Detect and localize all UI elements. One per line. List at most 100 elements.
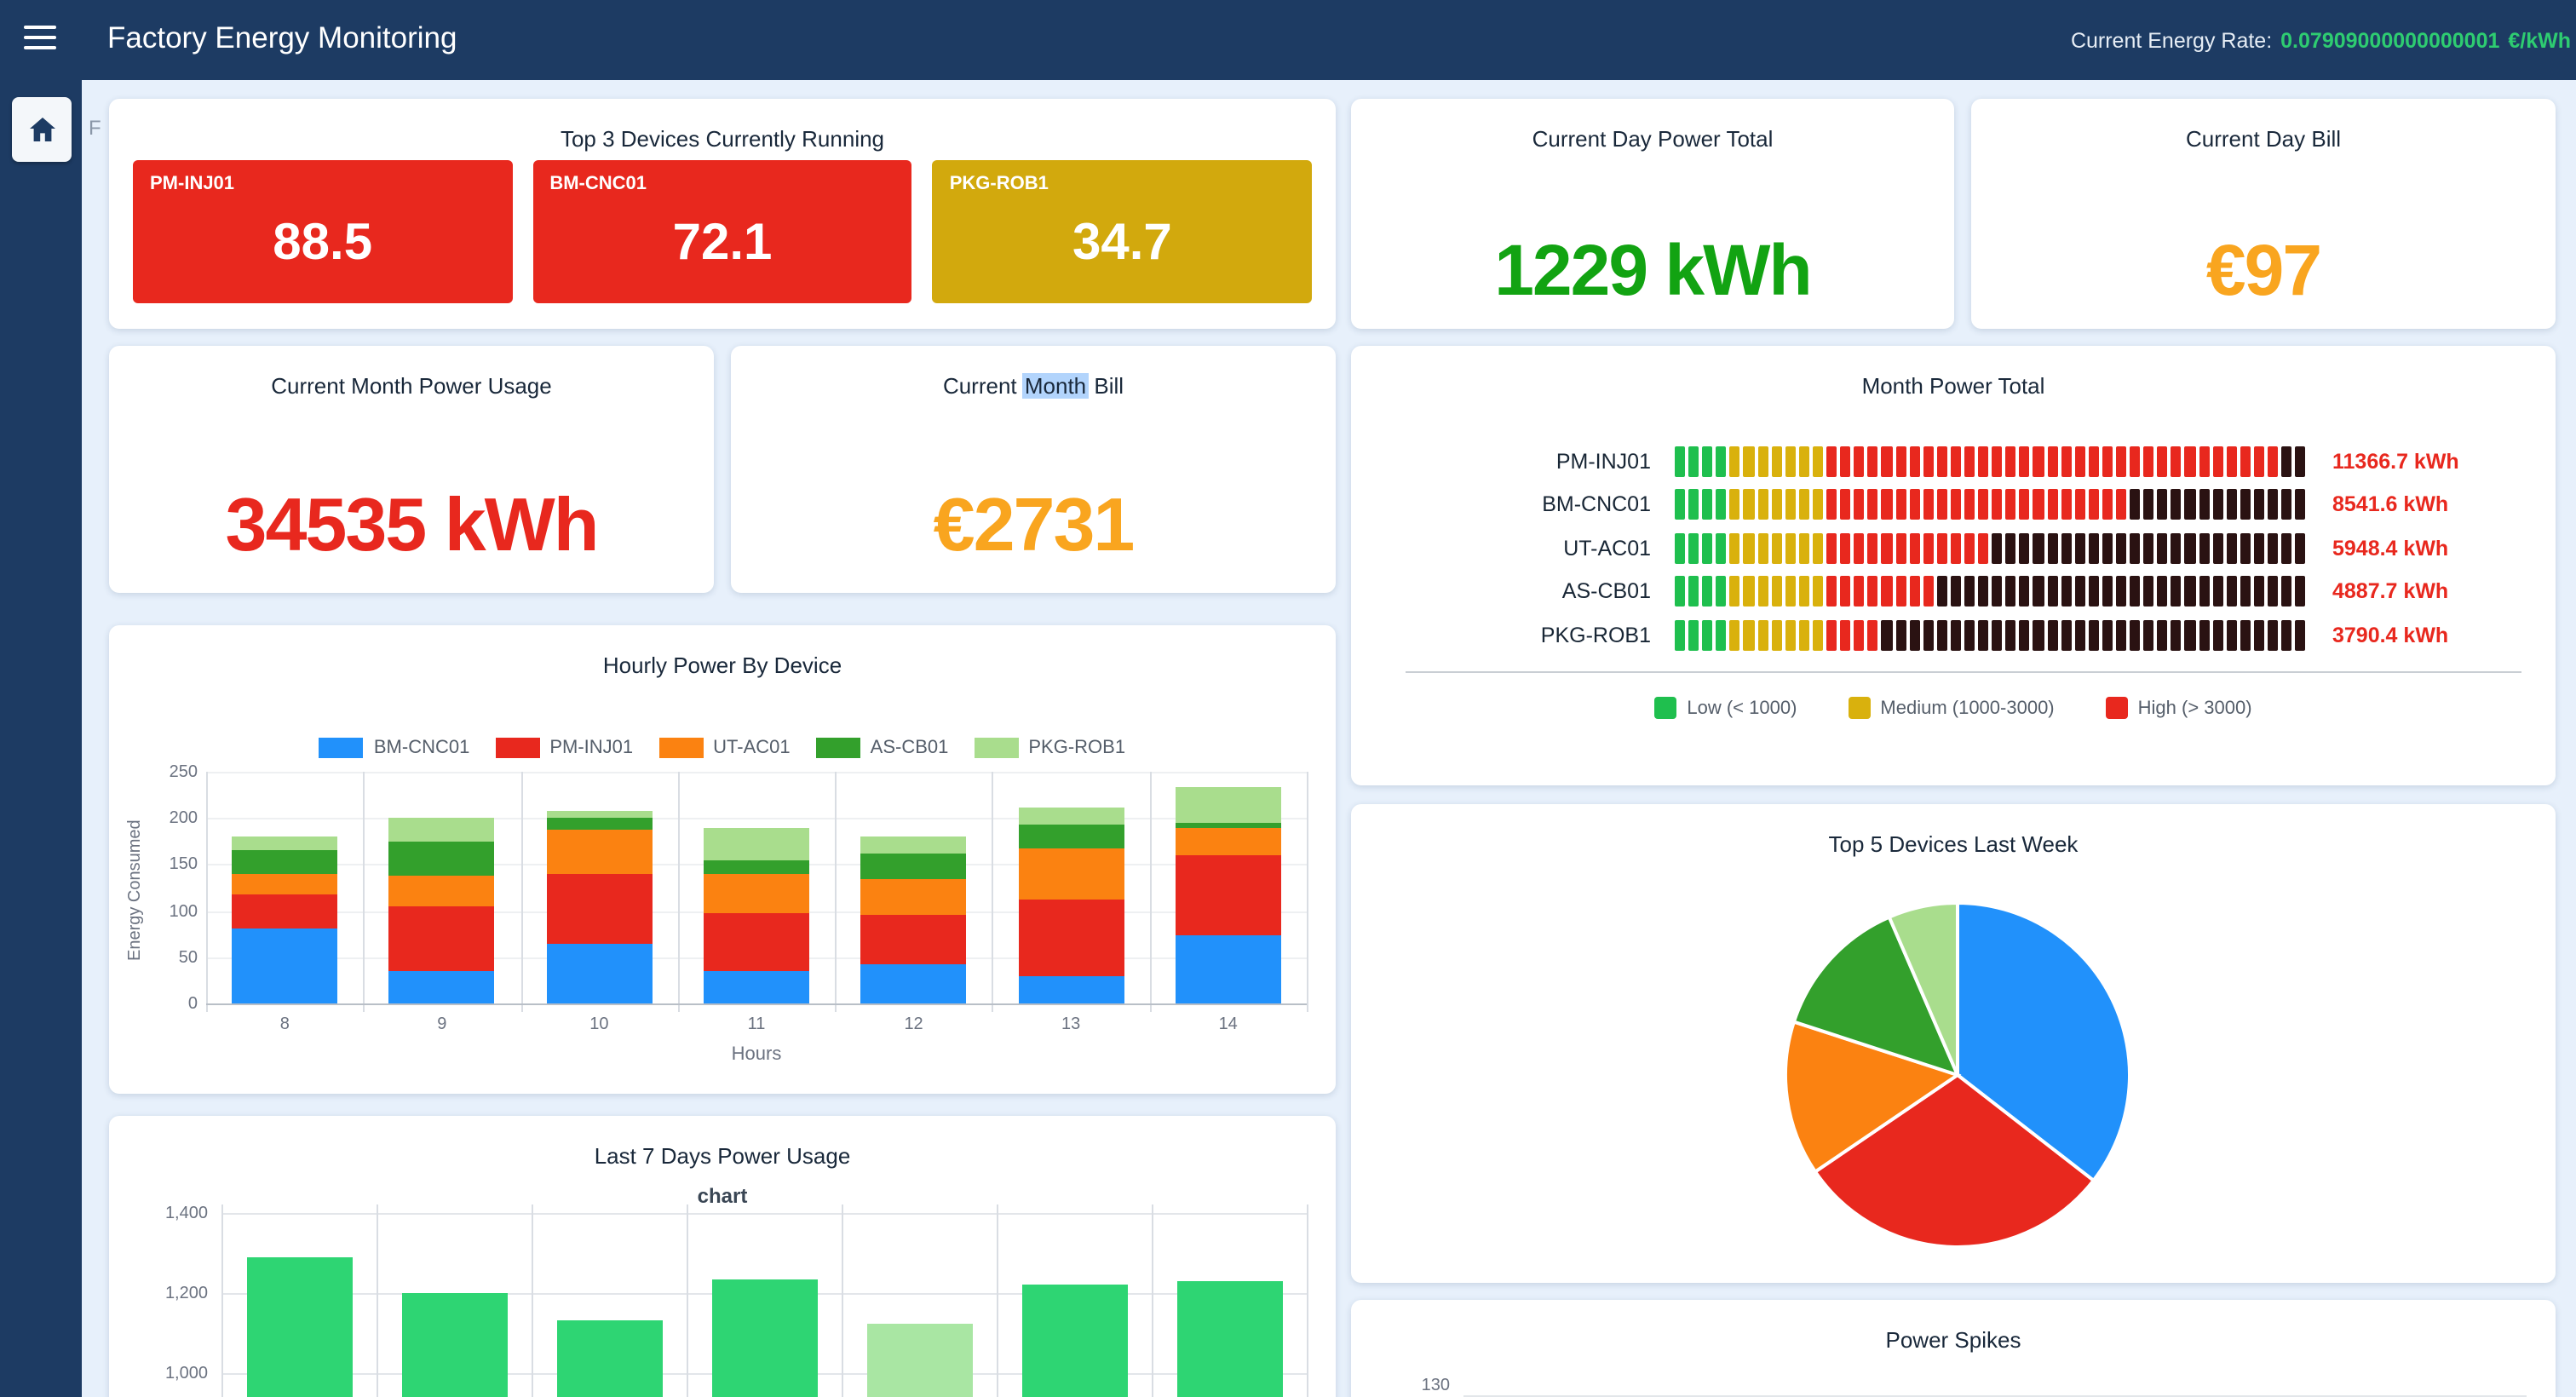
legend-item: High (> 3000) bbox=[2106, 697, 2252, 719]
gauge-led-segment bbox=[1951, 446, 1961, 477]
gauge-led-segment bbox=[1785, 533, 1796, 564]
gauge-led-segment bbox=[1771, 446, 1781, 477]
gauge-led-segment bbox=[2102, 446, 2113, 477]
gauge-led-segment bbox=[1688, 577, 1699, 607]
gauge-led-segment bbox=[1992, 446, 2002, 477]
gauge-led-segment bbox=[2020, 446, 2030, 477]
gauge-led-bar bbox=[1675, 577, 2305, 607]
gauge-led-segment bbox=[2268, 577, 2278, 607]
gridline bbox=[364, 772, 365, 1012]
gauge-led-segment bbox=[2089, 533, 2099, 564]
gauge-led-segment bbox=[1882, 620, 1892, 651]
gridline bbox=[377, 1204, 378, 1397]
y-tick-label: 1,400 bbox=[123, 1204, 208, 1223]
bar bbox=[1021, 1285, 1127, 1397]
x-tick-label: 8 bbox=[206, 1015, 364, 1034]
legend-swatch bbox=[974, 738, 1018, 758]
menu-icon[interactable] bbox=[24, 26, 56, 53]
gauge-led-segment bbox=[2061, 533, 2071, 564]
gauge-led-segment bbox=[2281, 577, 2291, 607]
bar bbox=[711, 1279, 817, 1397]
gauge-led-segment bbox=[2158, 446, 2168, 477]
gauge-led-segment bbox=[2047, 446, 2057, 477]
gauge-led-segment bbox=[1730, 533, 1740, 564]
gauge-led-segment bbox=[1992, 620, 2002, 651]
bar bbox=[1176, 1281, 1282, 1397]
gauge-led-segment bbox=[1826, 533, 1837, 564]
stacked-bar-segment bbox=[1176, 855, 1281, 935]
home-icon bbox=[25, 112, 59, 147]
gauge-led-segment bbox=[2185, 533, 2195, 564]
gauge-led-segment bbox=[1978, 446, 1988, 477]
gauge-led-segment bbox=[1675, 446, 1685, 477]
gauge-led-segment bbox=[2281, 490, 2291, 520]
factory-energy-dashboard: Factory Energy Monitoring Current Energy… bbox=[0, 0, 2576, 1397]
gauge-value-label: 5948.4 kWh bbox=[2332, 537, 2448, 561]
home-button[interactable] bbox=[12, 97, 72, 162]
gauge-led-segment bbox=[2268, 620, 2278, 651]
card-title: Power Spikes bbox=[1351, 1300, 2556, 1353]
gauge-led-segment bbox=[2143, 490, 2153, 520]
gauge-led-segment bbox=[2130, 620, 2140, 651]
gauge-led-segment bbox=[2185, 577, 2195, 607]
gauge-led-segment bbox=[1688, 533, 1699, 564]
gauge-led-segment bbox=[1882, 533, 1892, 564]
gauge-led-segment bbox=[2171, 490, 2182, 520]
gauge-led-segment bbox=[1854, 620, 1864, 651]
gauge-led-segment bbox=[2227, 490, 2237, 520]
x-tick-label: 9 bbox=[364, 1015, 521, 1034]
legend-swatch bbox=[816, 738, 860, 758]
bar bbox=[866, 1323, 972, 1397]
stacked-bar-segment bbox=[704, 875, 809, 914]
stacked-bar-segment bbox=[861, 854, 967, 878]
gauge-led-segment bbox=[1675, 577, 1685, 607]
gauge-led-segment bbox=[2185, 490, 2195, 520]
stacked-bar-segment bbox=[861, 878, 967, 916]
month-power-total-card: Month Power Total PM-INJ0111366.7 kWhBM-… bbox=[1351, 346, 2556, 785]
gauge-led-segment bbox=[1923, 577, 1933, 607]
gauge-led-segment bbox=[1868, 577, 1878, 607]
app-title: Factory Energy Monitoring bbox=[107, 20, 457, 56]
gauge-led-segment bbox=[1937, 490, 1947, 520]
gridline bbox=[1307, 1204, 1308, 1397]
gauge-led-segment bbox=[1895, 490, 1906, 520]
gauge-led-segment bbox=[1826, 490, 1837, 520]
gauge-led-segment bbox=[1688, 446, 1699, 477]
gauge-value-label: 8541.6 kWh bbox=[2332, 493, 2448, 517]
gauge-led-segment bbox=[2089, 490, 2099, 520]
gauge-led-segment bbox=[1757, 533, 1768, 564]
gauge-led-segment bbox=[2199, 577, 2209, 607]
gauge-led-segment bbox=[1909, 533, 1919, 564]
stacked-bar-segment bbox=[704, 971, 809, 1003]
stacked-bar-segment bbox=[546, 812, 652, 819]
gauge-led-segment bbox=[2158, 533, 2168, 564]
gauge-led-segment bbox=[1730, 446, 1740, 477]
legend-label: High (> 3000) bbox=[2138, 698, 2252, 718]
gauge-led-segment bbox=[2102, 577, 2113, 607]
gauge-led-segment bbox=[1771, 620, 1781, 651]
gridline bbox=[532, 1204, 533, 1397]
x-axis-line bbox=[206, 1003, 1307, 1005]
gauge-led-segment bbox=[1730, 577, 1740, 607]
card-title: Hourly Power By Device bbox=[109, 625, 1336, 678]
gauge-led-segment bbox=[1882, 490, 1892, 520]
top-devices-card: Top 3 Devices Currently Running PM-INJ01… bbox=[109, 99, 1336, 329]
gridline bbox=[221, 1213, 1307, 1215]
legend-item: UT-AC01 bbox=[658, 738, 791, 758]
gauge-led-segment bbox=[1937, 577, 1947, 607]
gauge-led-segment bbox=[1688, 490, 1699, 520]
selected-text: Month bbox=[1023, 373, 1088, 399]
device-power-gauges: PM-INJ0111366.7 kWhBM-CNC018541.6 kWhUT-… bbox=[1385, 440, 2521, 657]
gauge-led-segment bbox=[2281, 620, 2291, 651]
gauge-led-segment bbox=[2033, 533, 2044, 564]
y-tick-label: 130 bbox=[1368, 1377, 1450, 1395]
device-tile-pkg-rob1: PKG-ROB1 34.7 bbox=[933, 160, 1312, 303]
gauge-led-segment bbox=[1702, 533, 1712, 564]
gauge-led-segment bbox=[2240, 446, 2251, 477]
legend-item: Low (< 1000) bbox=[1654, 697, 1797, 719]
gauge-led-segment bbox=[2254, 577, 2264, 607]
gauge-led-segment bbox=[1771, 533, 1781, 564]
gauge-led-segment bbox=[1744, 620, 1754, 651]
gauge-value-label: 11366.7 kWh bbox=[2332, 450, 2459, 474]
gauge-led-segment bbox=[2061, 490, 2071, 520]
